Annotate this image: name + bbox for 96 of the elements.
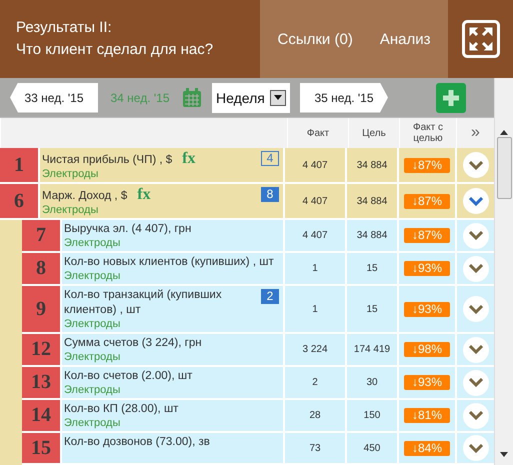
group-label: Электроды [64,270,122,283]
metric-title: Сумма счетов (3 224), грн [64,336,202,351]
plus-icon [442,88,460,106]
group-label: Электроды [42,168,100,181]
percent-badge: ↓93% [404,261,450,276]
scroll-thumb[interactable] [496,137,512,199]
chevron-down-icon [468,196,482,206]
column-header: Цель [362,128,386,138]
target-value: 450 [364,442,380,454]
percent-badge: ↓87% [404,194,450,208]
percent-badge: ↓93% [404,375,450,390]
expand-button[interactable] [462,336,488,362]
metric-title: Кол-во КП (28.00), шт [64,402,178,417]
expand-button[interactable] [462,435,488,461]
metric-title: Выручка эл. (4 407), грн [64,222,192,237]
formula-label: fx [137,186,151,204]
percent-badge: ↓93% [404,302,450,316]
metric-title: Кол-во новых клиентов (купивших) , шт [64,255,274,270]
row-number: 14 [22,400,62,431]
percent-badge: ↓98% [404,342,450,357]
metric-title: Марж. Доход , $ [42,189,128,204]
percent-badge: ↓84% [404,440,450,456]
target-value: 30 [366,377,378,388]
expand-button[interactable] [462,296,488,322]
target-value: 150 [364,410,380,421]
group-label: Электроды [64,417,122,430]
target-value: 174 419 [354,344,390,355]
row-number: 13 [22,367,62,398]
chevron-down-icon [468,160,482,170]
scroll-up-icon[interactable] [500,130,508,135]
fact-value: 73 [309,442,321,454]
target-value: 34 884 [356,230,388,241]
period-select[interactable]: Неделя [212,82,290,112]
fact-value: 4 407 [302,196,328,206]
fact-value: 2 [312,377,318,388]
add-button[interactable] [436,82,466,112]
metric-title: Чистая прибыль (ЧП) , $ [42,153,172,168]
metric-title: Кол-во дозвонов (73.00), зв [64,435,210,450]
row-number: 15 [22,433,62,463]
percent-badge: ↓87% [404,228,450,243]
expand-button[interactable] [462,222,488,248]
next-week-button[interactable]: 35 нед. '15 [300,82,388,112]
group-label: Электроды [64,384,122,397]
chevron-down-icon [468,411,482,420]
fact-value: 4 407 [302,230,328,241]
column-header: Факт [306,128,330,138]
chevron-down-icon [468,264,482,273]
fact-value: 3 224 [302,344,328,355]
chevron-down-icon [468,304,482,314]
row-number: 9 [22,286,62,332]
target-value: 15 [366,304,378,314]
formula-label: fx [182,150,196,168]
group-label: Электроды [64,237,122,250]
current-week-label: 34 нед. '15 [109,90,171,104]
column-header: Факт с целью [412,122,444,144]
fact-value: 4 407 [302,160,328,170]
chevron-down-icon [468,444,482,452]
more-columns-button[interactable]: » [471,124,480,142]
fact-value: 28 [309,410,321,421]
scrollbar[interactable] [494,78,513,465]
metric-title: Кол-во транзакций (купивших клиентов) , шт [64,288,223,318]
count-badge: 4 [261,151,279,166]
dropdown-arrow-icon [274,95,282,100]
row-number: 12 [22,334,62,365]
expand-button[interactable] [462,370,488,396]
target-value: 34 884 [356,196,388,206]
row-number: 1 [0,148,40,182]
chevron-down-icon [468,231,482,240]
expand-button[interactable] [462,152,488,178]
row-number: 7 [22,220,62,251]
chevron-down-icon [468,345,482,354]
count-badge: 8 [261,187,279,202]
row-number: 8 [22,253,62,284]
target-value: 34 884 [356,160,388,170]
percent-badge: ↓81% [404,408,450,423]
header-link[interactable]: Анализ [380,30,430,48]
panel-title: Что клиент сделал для нас? [16,40,214,60]
fact-value: 1 [312,263,318,274]
scroll-down-icon[interactable] [500,452,508,457]
metric-title: Кол-во счетов (2.00), шт [64,369,192,384]
expand-button[interactable] [462,256,488,282]
target-value: 15 [366,263,378,274]
count-badge: 2 [261,289,279,304]
header-link[interactable]: Ссылки (0) [278,30,353,48]
percent-badge: ↓87% [404,158,450,172]
group-label: Электроды [64,351,122,364]
row-number: 6 [0,184,40,218]
group-label: Электроды [64,318,122,331]
expand-button[interactable] [462,188,488,214]
fact-value: 1 [312,304,318,314]
previous-week-button[interactable]: 33 нед. '15 [10,82,98,112]
group-label: Электроды [42,204,100,217]
fullscreen-icon[interactable] [462,20,500,58]
chevron-down-icon [468,378,482,387]
panel-title: Результаты II: [16,18,113,38]
expand-button[interactable] [462,402,488,428]
